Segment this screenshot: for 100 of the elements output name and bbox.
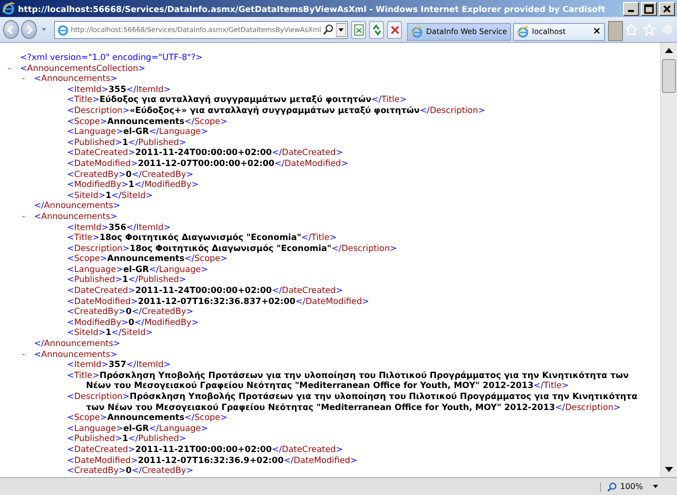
xml-value: Announcements [107, 413, 184, 424]
xml-close-tag: </Announcements> [34, 201, 120, 212]
xml-open-tag: <Published> [67, 275, 122, 286]
xml-close-tag: </Published> [128, 434, 186, 444]
xml-value: 2011-11-21T00:00:00+02:00 [135, 444, 272, 455]
xml-open-tag: <Published> [67, 138, 122, 148]
xml-open-tag: <ItemId> [67, 222, 109, 232]
dropdown-icon[interactable] [336, 22, 346, 36]
xml-open-tag: <Language> [67, 424, 124, 434]
xml-open-tag: <CreatedBy> [67, 466, 126, 476]
collapse-toggle[interactable]: - [22, 212, 34, 222]
xml-close-tag: </SiteId> [111, 190, 153, 201]
xml-value: 1 [122, 434, 128, 444]
xml-open-tag: <DateCreated> [67, 444, 136, 455]
xml-value: 0 [126, 466, 132, 476]
stop-button[interactable] [387, 20, 402, 38]
xml-value: el-GR [123, 264, 149, 275]
xml-value: 357 [108, 360, 126, 370]
zoom-control[interactable]: 100% [600, 482, 659, 492]
xml-open-tag: <Announcements> [34, 212, 118, 222]
xml-open-tag: <ItemId> [67, 360, 109, 370]
xml-open-tag: <CreatedBy> [67, 170, 126, 180]
xml-open-tag: <Title> [67, 95, 100, 106]
xml-open-tag: <Announcements> [34, 350, 118, 360]
xml-open-tag: <Scope> [67, 254, 108, 264]
xml-value: 1 [122, 138, 128, 148]
xml-element-line: <Title>Πρόσκληση Υποβολής Προτάσεων για την υλοποίηση του Πιλοτικού Προγράμματος για την Κινητικότητα των Νέων του Μεσογειακού Γραφείου Νεότητας "Mediterranean Office for Youth, MOY" 2012-2013</Title> [66, 370, 630, 392]
xml-open-tag: <DateModified> [67, 158, 138, 169]
xml-value: «Εύδοξος+» για ανταλλαγή συγγραμμάτων μεταξύ φοιτητών [130, 106, 420, 116]
xml-open-tag: <Description> [67, 106, 130, 116]
xml-open-tag: <DateCreated> [67, 286, 136, 296]
xml-open-tag: <ModifiedBy> [67, 180, 128, 190]
xml-value: 2011-12-07T00:00:00+02:00 [138, 158, 274, 169]
page-icon [56, 24, 69, 36]
refresh-button[interactable] [369, 20, 384, 38]
xml-close-tag: </Description> [331, 244, 398, 254]
scrollbar[interactable] [660, 43, 677, 477]
xml-open-tag: <Title> [67, 233, 100, 244]
xml-close-tag: </CreatedBy> [132, 307, 194, 318]
xml-open-tag: <Language> [67, 264, 124, 275]
refresh-icon [370, 24, 383, 36]
compatibility-button[interactable] [351, 20, 366, 38]
xml-close-tag: </Announcements> [34, 339, 120, 350]
browser-logo-icon [2, 2, 15, 15]
caret-icon[interactable] [41, 27, 47, 32]
collapse-toggle[interactable]: - [8, 64, 20, 74]
xml-open-tag: <SiteId> [67, 328, 106, 338]
xml-close-tag: </DateCreated> [272, 444, 343, 455]
xml-value: 0 [126, 307, 132, 318]
xml-value: 2011-11-24T00:00:00+02:00 [135, 148, 272, 158]
xml-value: 356 [108, 222, 126, 232]
xml-value: 2011-12-07T16:32:36.9+02:00 [138, 456, 284, 466]
xml-value: 1 [128, 180, 134, 190]
xml-value: Announcements [107, 254, 184, 264]
xml-open-tag: <CreatedBy> [67, 307, 126, 318]
caret-icon [652, 484, 659, 489]
xml-value: 0 [126, 170, 132, 180]
xml-value: 2011-12-07T16:32:36.837+02:00 [138, 296, 296, 307]
xml-open-tag: <Published> [67, 434, 122, 444]
maximize-icon [644, 4, 654, 14]
xml-value: 1 [105, 328, 112, 338]
xml-open-tag: <Scope> [67, 413, 108, 424]
xml-close-tag: </ItemId> [126, 84, 171, 95]
xml-close-tag: </ItemId> [126, 360, 171, 370]
collapse-toggle[interactable]: - [22, 350, 34, 360]
star-icon[interactable] [643, 23, 656, 36]
xml-open-tag: <AnnouncementsCollection> [20, 64, 146, 74]
xml-value: el-GR [123, 127, 149, 138]
xml-open-tag: <ItemId> [67, 84, 109, 95]
xml-close-tag: </ModifiedBy> [134, 180, 199, 190]
xml-declaration: <?xml version="1.0" encoding="UTF-8"?> [19, 53, 203, 63]
minimize-button[interactable] [623, 2, 639, 16]
back-button[interactable] [3, 20, 19, 39]
xml-close-tag: </Language> [148, 127, 208, 138]
xml-value: el-GR [123, 424, 149, 434]
xml-value: Εύδοξος για ανταλλαγή συγγραμμάτων μεταξύ φοιτητών [99, 95, 372, 106]
tab-close-button[interactable]: × [592, 26, 602, 37]
xml-close-tag: </CreatedBy> [132, 466, 194, 476]
xml-close-tag: </Scope> [184, 116, 228, 127]
scroll-thumb[interactable] [662, 59, 676, 93]
xml-open-tag: <DateModified> [67, 456, 138, 466]
xml-open-tag: <Scope> [67, 116, 108, 127]
forward-button[interactable] [21, 20, 37, 39]
xml-open-tag: <SiteId> [67, 190, 106, 201]
new-tab-button[interactable] [608, 21, 624, 41]
xml-open-tag: <Announcements> [34, 74, 118, 84]
close-button[interactable] [659, 2, 675, 16]
close-icon [388, 24, 401, 36]
xml-close-tag: </Published> [128, 138, 186, 148]
xml-value: 2011-11-24T00:00:00+02:00 [135, 286, 272, 296]
maximize-button[interactable] [641, 2, 657, 16]
search-icon[interactable] [323, 24, 334, 35]
close-icon [662, 4, 672, 14]
browser-logo-icon [411, 26, 424, 38]
xml-close-tag: </Title> [371, 95, 407, 106]
magnifier-icon [607, 482, 618, 492]
page-icon [352, 24, 365, 36]
xml-close-tag: </DateModified> [295, 296, 370, 307]
collapse-toggle[interactable]: - [22, 74, 34, 85]
xml-element-line: <Description>Πρόσκληση Υποβολής Προτάσεων για την υλοποίηση του Πιλοτικού Προγράμματος για την Κινητικότητα των Νέων του Μεσογειακού Γραφείου Νεότητας "Mediterranean Office for Youth, MOY" 2012-2013</Description> [66, 392, 638, 414]
